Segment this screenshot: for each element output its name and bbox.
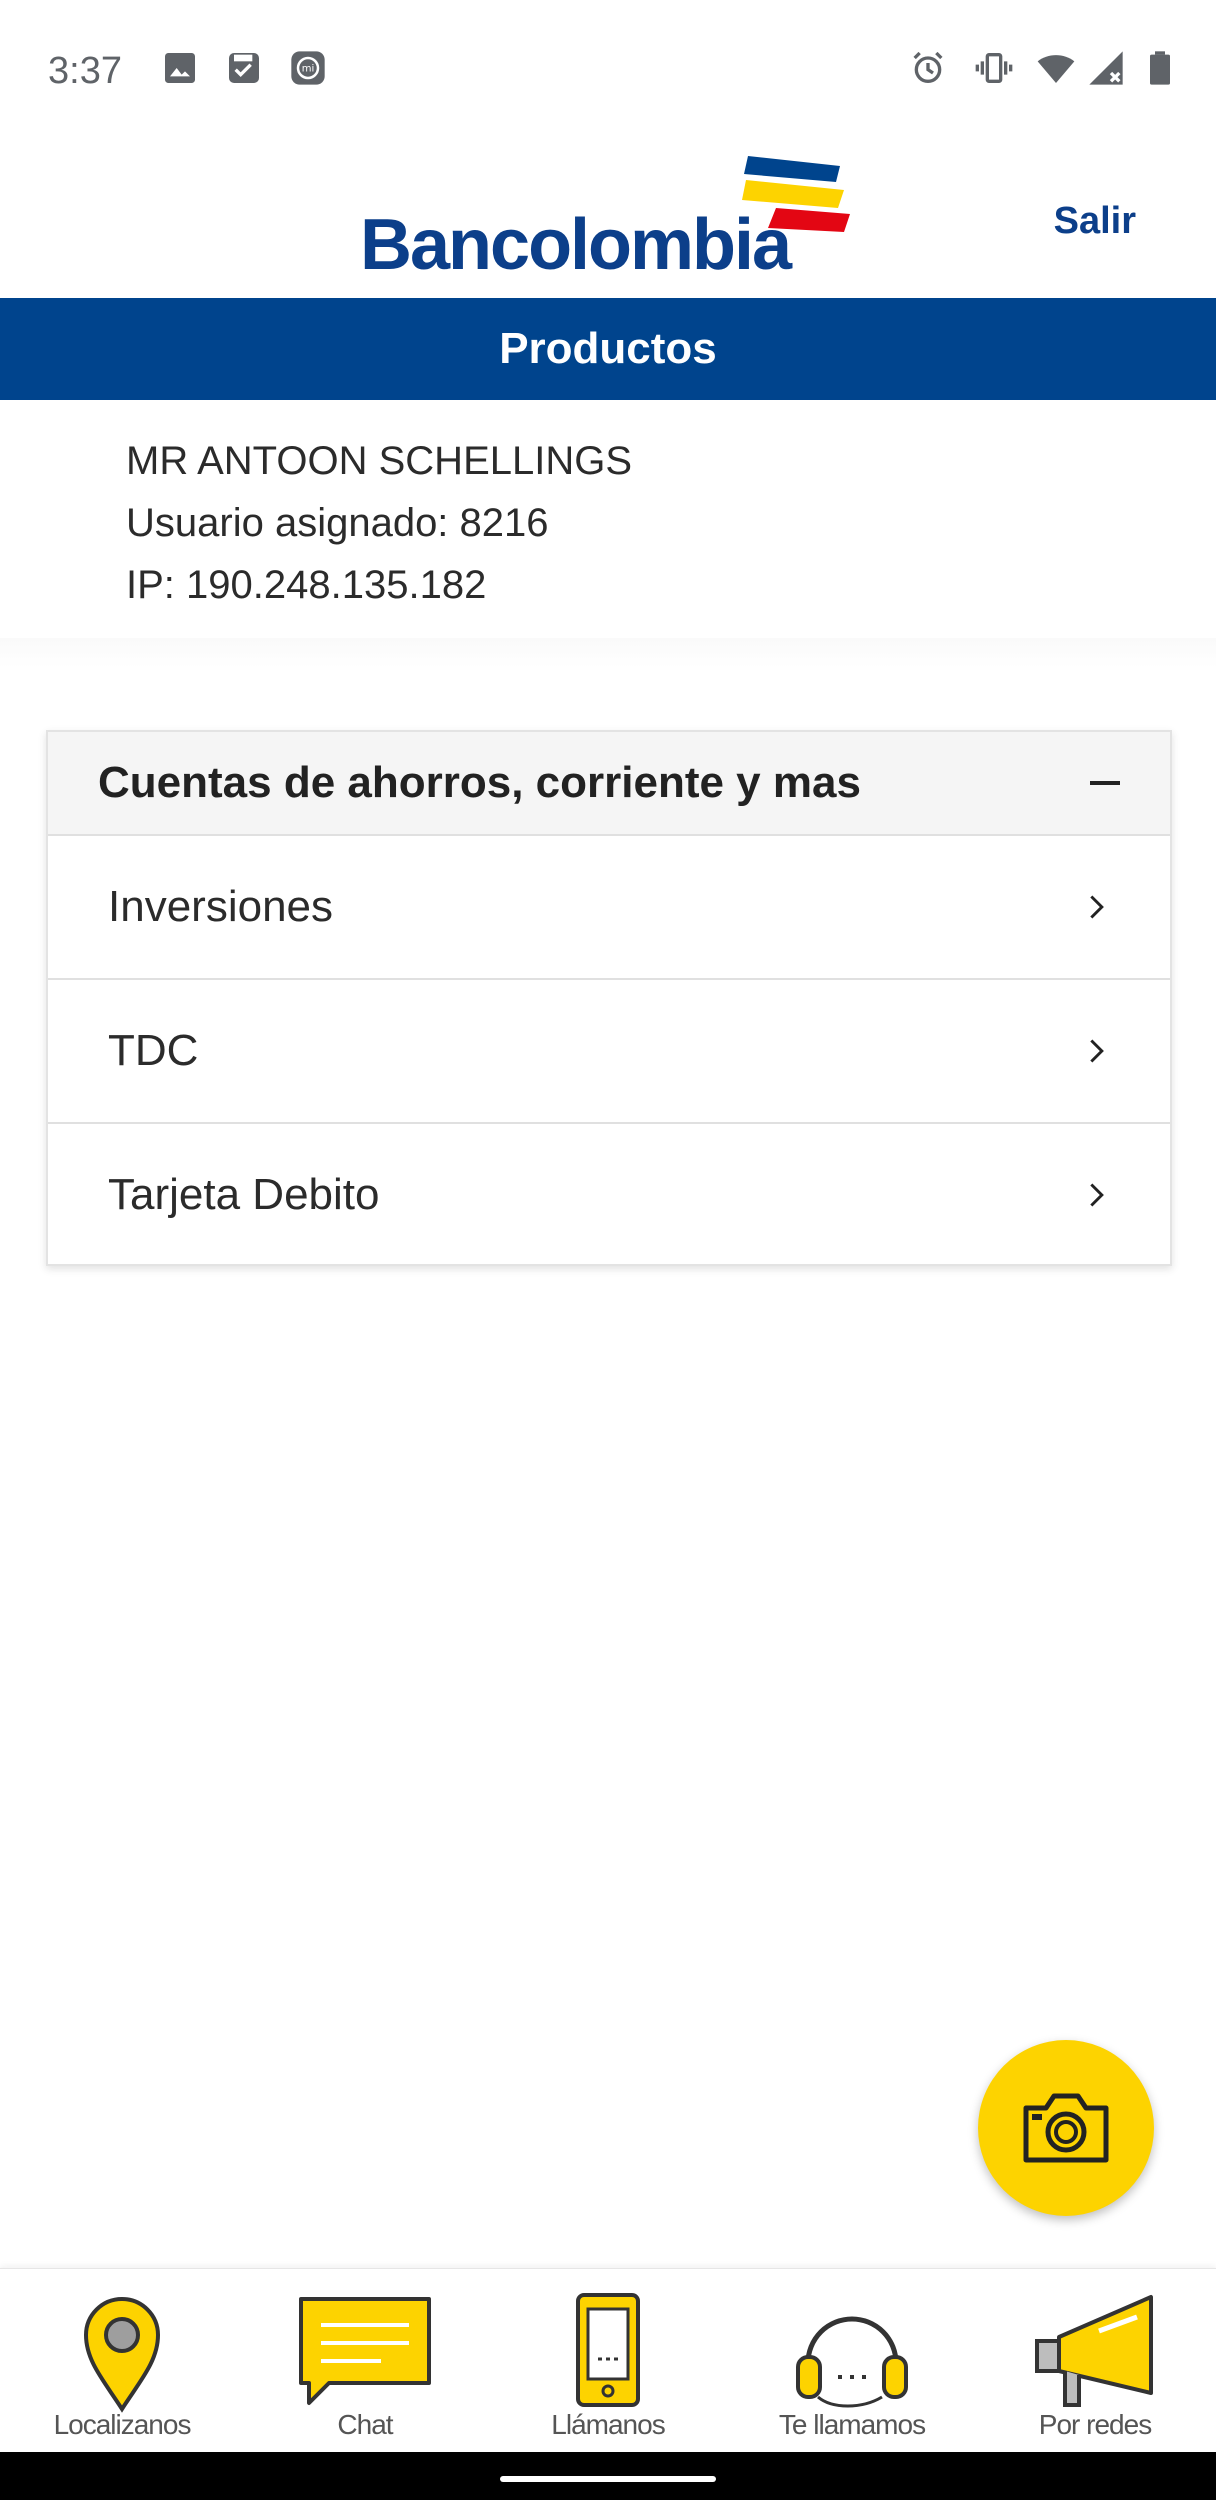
- logout-link[interactable]: Salir: [1054, 200, 1136, 243]
- camera-icon: [1023, 2093, 1109, 2163]
- phone-icon: [576, 2293, 640, 2407]
- nav-label: Llámanos: [551, 2409, 665, 2440]
- home-gesture-handle[interactable]: [500, 2476, 716, 2482]
- list-item-tdc[interactable]: TDC: [48, 978, 1170, 1122]
- user-ip: IP: 190.248.135.182: [126, 563, 487, 607]
- battery-icon: [1140, 48, 1180, 88]
- nav-item-por-redes[interactable]: Por redes: [995, 2269, 1195, 2453]
- bottom-nav: Localizanos Chat Llámanos Te llamamos Po…: [0, 2268, 1216, 2452]
- status-time: 3:37: [48, 50, 122, 92]
- list-item-inversiones[interactable]: Inversiones: [48, 834, 1170, 978]
- accounts-card-title: Cuentas de ahorros, corriente y mas: [98, 758, 861, 807]
- chevron-right-icon: [1090, 1039, 1104, 1063]
- gesture-bar: [0, 2452, 1216, 2500]
- nav-label: Por redes: [1038, 2409, 1152, 2440]
- image-icon: [160, 48, 200, 88]
- list-item-label: Inversiones: [108, 882, 334, 931]
- list-item-tarjeta-debito[interactable]: Tarjeta Debito: [48, 1122, 1170, 1266]
- list-item-label: TDC: [108, 1026, 199, 1075]
- nav-item-te-llamamos[interactable]: Te llamamos: [752, 2269, 952, 2453]
- nav-item-localizanos[interactable]: Localizanos: [22, 2269, 222, 2453]
- logo-text: Bancolombia: [360, 205, 792, 285]
- accounts-card-header[interactable]: Cuentas de ahorros, corriente y mas: [48, 732, 1170, 834]
- svg-text:mi: mi: [302, 63, 315, 74]
- location-pin-icon: [83, 2297, 161, 2413]
- nav-label: Chat: [337, 2409, 393, 2440]
- list-item-label: Tarjeta Debito: [108, 1170, 380, 1219]
- chevron-right-icon: [1090, 1183, 1104, 1207]
- title-bar: Productos: [0, 298, 1216, 400]
- bancolombia-logo: Bancolombia: [360, 152, 860, 285]
- logo-mark-icon: [742, 156, 850, 232]
- camera-button[interactable]: [978, 2040, 1154, 2216]
- nav-item-llamanos[interactable]: Llámanos: [508, 2269, 708, 2453]
- status-bar: 3:37 mi: [0, 0, 1216, 140]
- nav-item-chat[interactable]: Chat: [265, 2269, 465, 2453]
- headset-icon: [796, 2316, 908, 2408]
- wifi-icon: [1036, 48, 1076, 88]
- signal-icon: [1086, 48, 1126, 88]
- accounts-card: Cuentas de ahorros, corriente y mas Inve…: [46, 730, 1172, 1266]
- vibrate-icon: [974, 48, 1014, 88]
- chevron-right-icon: [1090, 895, 1104, 919]
- save-check-icon: [224, 48, 264, 88]
- collapse-icon[interactable]: [1090, 781, 1120, 785]
- page-title: Productos: [499, 324, 717, 373]
- app-header: Bancolombia Salir: [0, 140, 1216, 298]
- chat-bubble-icon: [299, 2297, 431, 2405]
- user-name: MR ANTOON SCHELLINGS: [126, 439, 633, 483]
- user-assigned: Usuario asignado: 8216: [126, 501, 549, 545]
- megaphone-icon: [1035, 2295, 1153, 2407]
- alarm-icon: [908, 48, 948, 88]
- mi-icon: mi: [288, 48, 328, 88]
- user-info: MR ANTOON SCHELLINGS Usuario asignado: 8…: [0, 400, 1216, 638]
- nav-label: Te llamamos: [778, 2409, 926, 2440]
- nav-label: Localizanos: [53, 2409, 192, 2440]
- divider: [0, 638, 1216, 668]
